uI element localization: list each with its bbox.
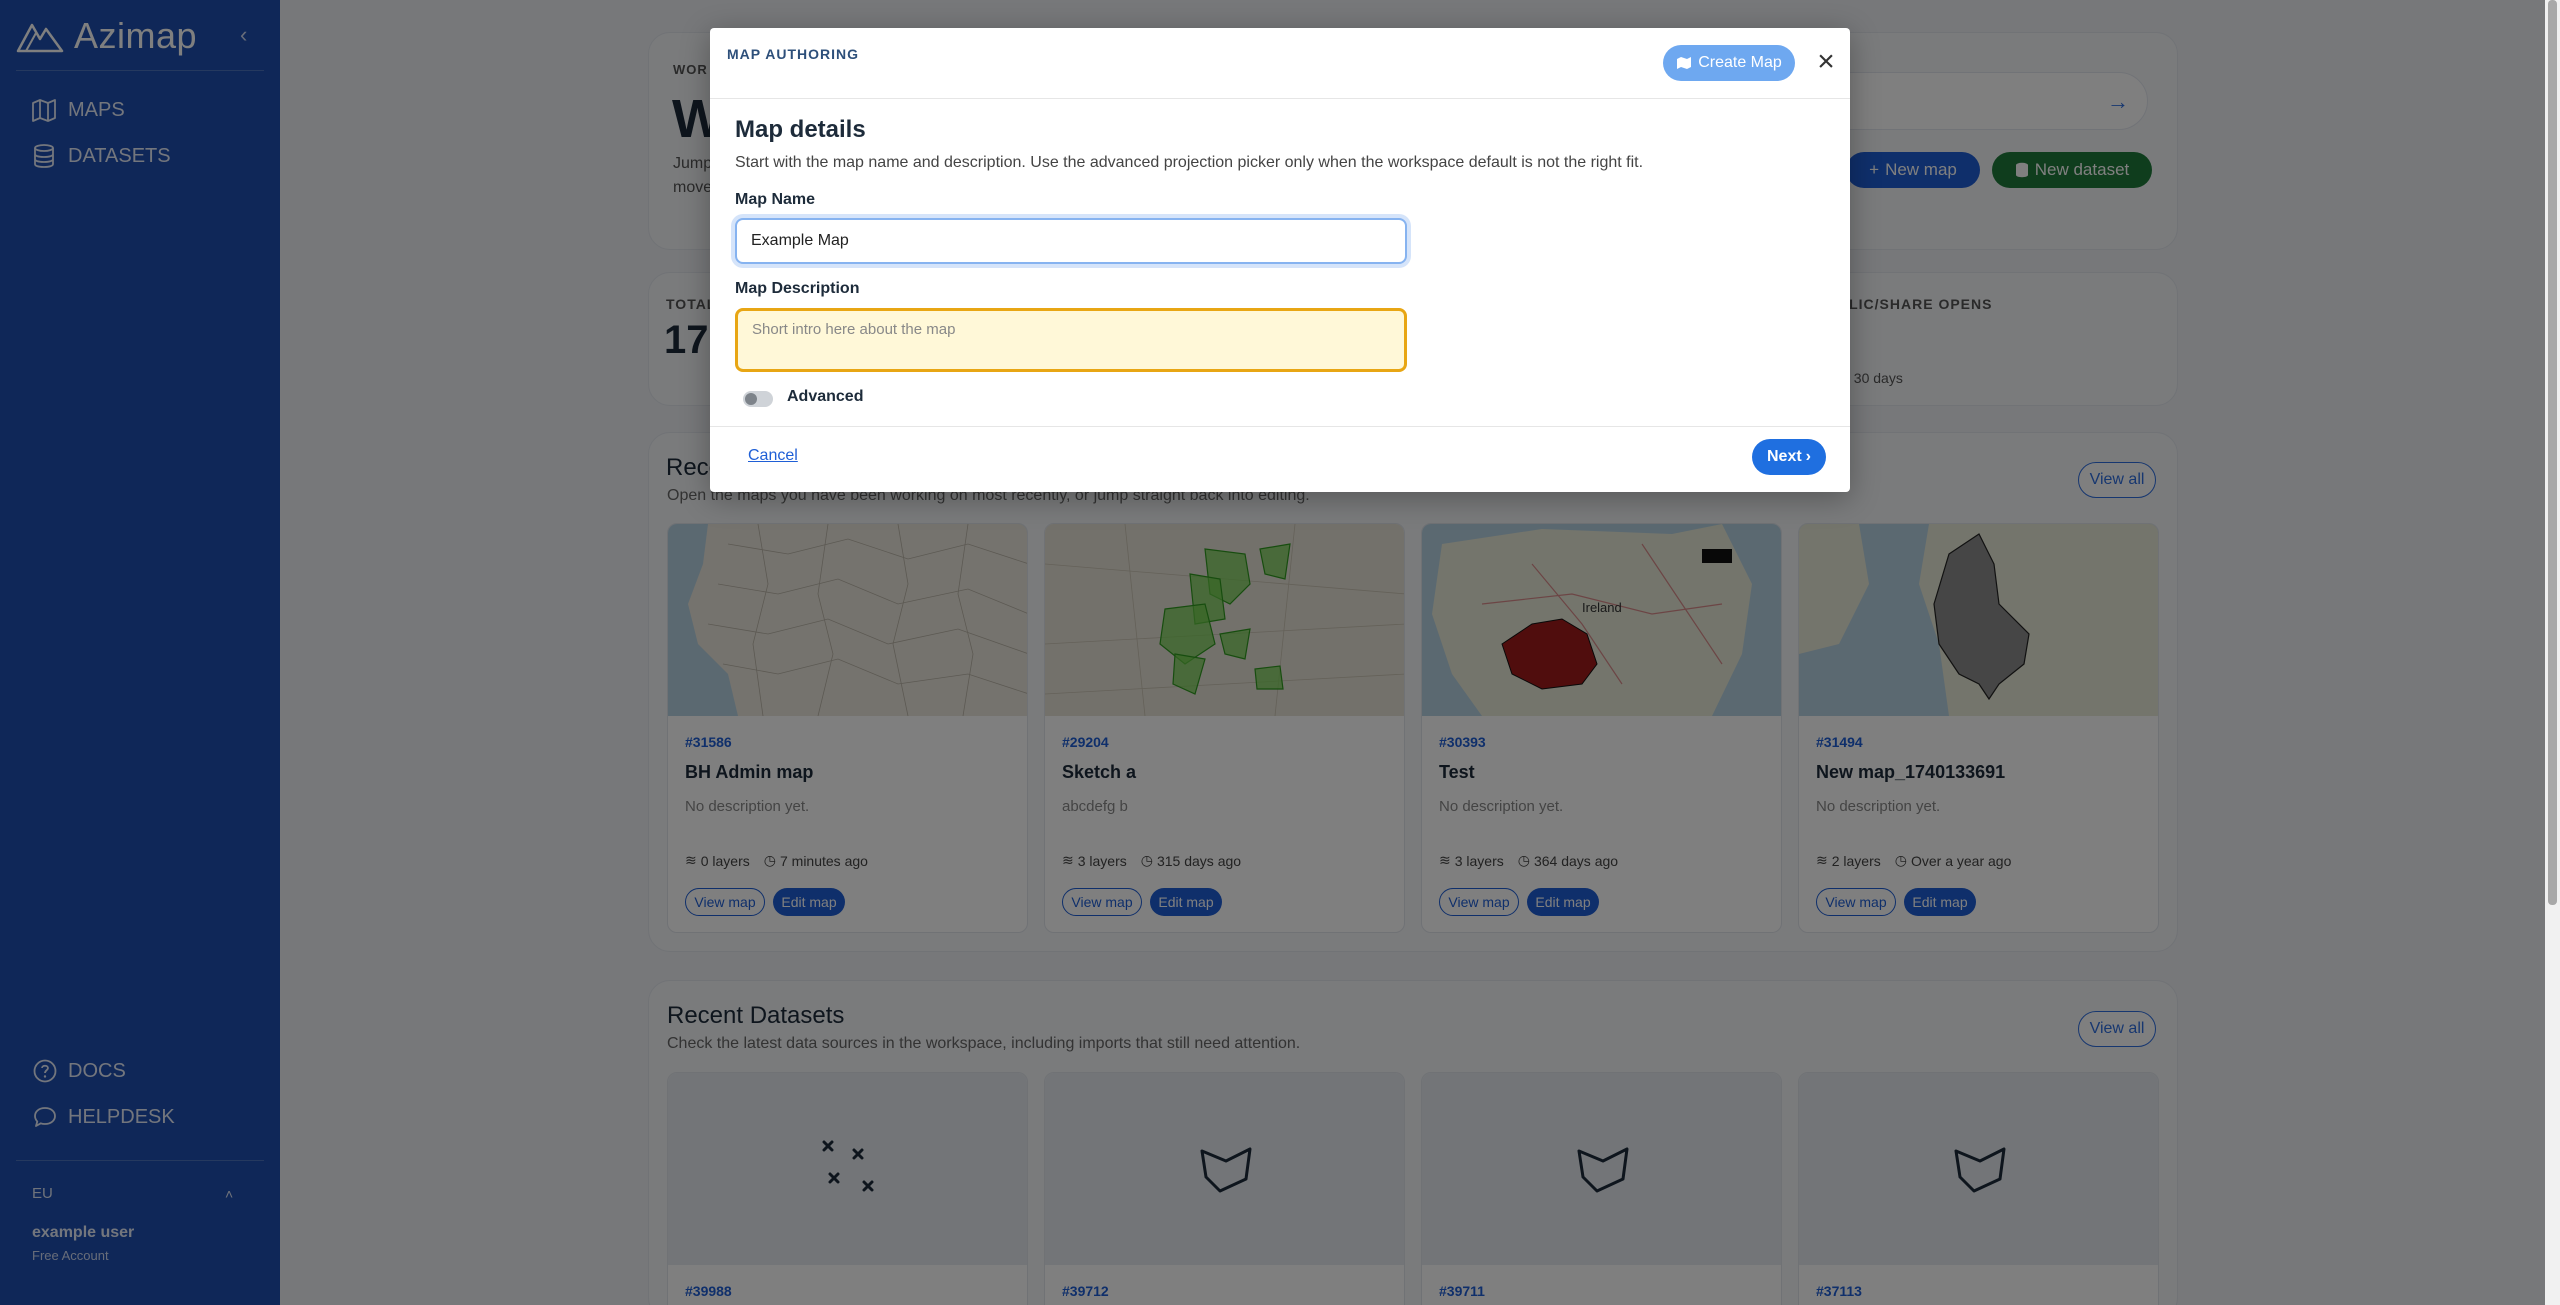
modal-intro: Start with the map name and description.… <box>735 154 1644 171</box>
modal-kicker: MAP AUTHORING <box>727 46 859 62</box>
map-description-label: Map Description <box>735 280 860 297</box>
modal-title: Map details <box>735 116 866 143</box>
close-icon[interactable]: × <box>1811 47 1841 77</box>
create-map-button[interactable]: Create Map <box>1663 45 1795 81</box>
map-name-label: Map Name <box>735 191 816 208</box>
chevron-right-icon: › <box>1805 448 1811 465</box>
modal-footer-divider <box>710 426 1850 427</box>
cancel-link[interactable]: Cancel <box>748 447 798 465</box>
next-button[interactable]: Next › <box>1752 439 1826 475</box>
map-icon <box>1677 57 1692 69</box>
map-name-input[interactable] <box>735 218 1407 264</box>
map-details-modal: MAP AUTHORING Create Map × Map details S… <box>710 28 1850 492</box>
scrollbar-thumb[interactable] <box>2548 0 2557 905</box>
toggle-knob <box>745 393 757 405</box>
advanced-label[interactable]: Advanced <box>787 388 863 406</box>
map-description-input[interactable] <box>735 308 1407 372</box>
create-map-label: Create Map <box>1698 54 1782 71</box>
next-label: Next <box>1766 448 1802 465</box>
